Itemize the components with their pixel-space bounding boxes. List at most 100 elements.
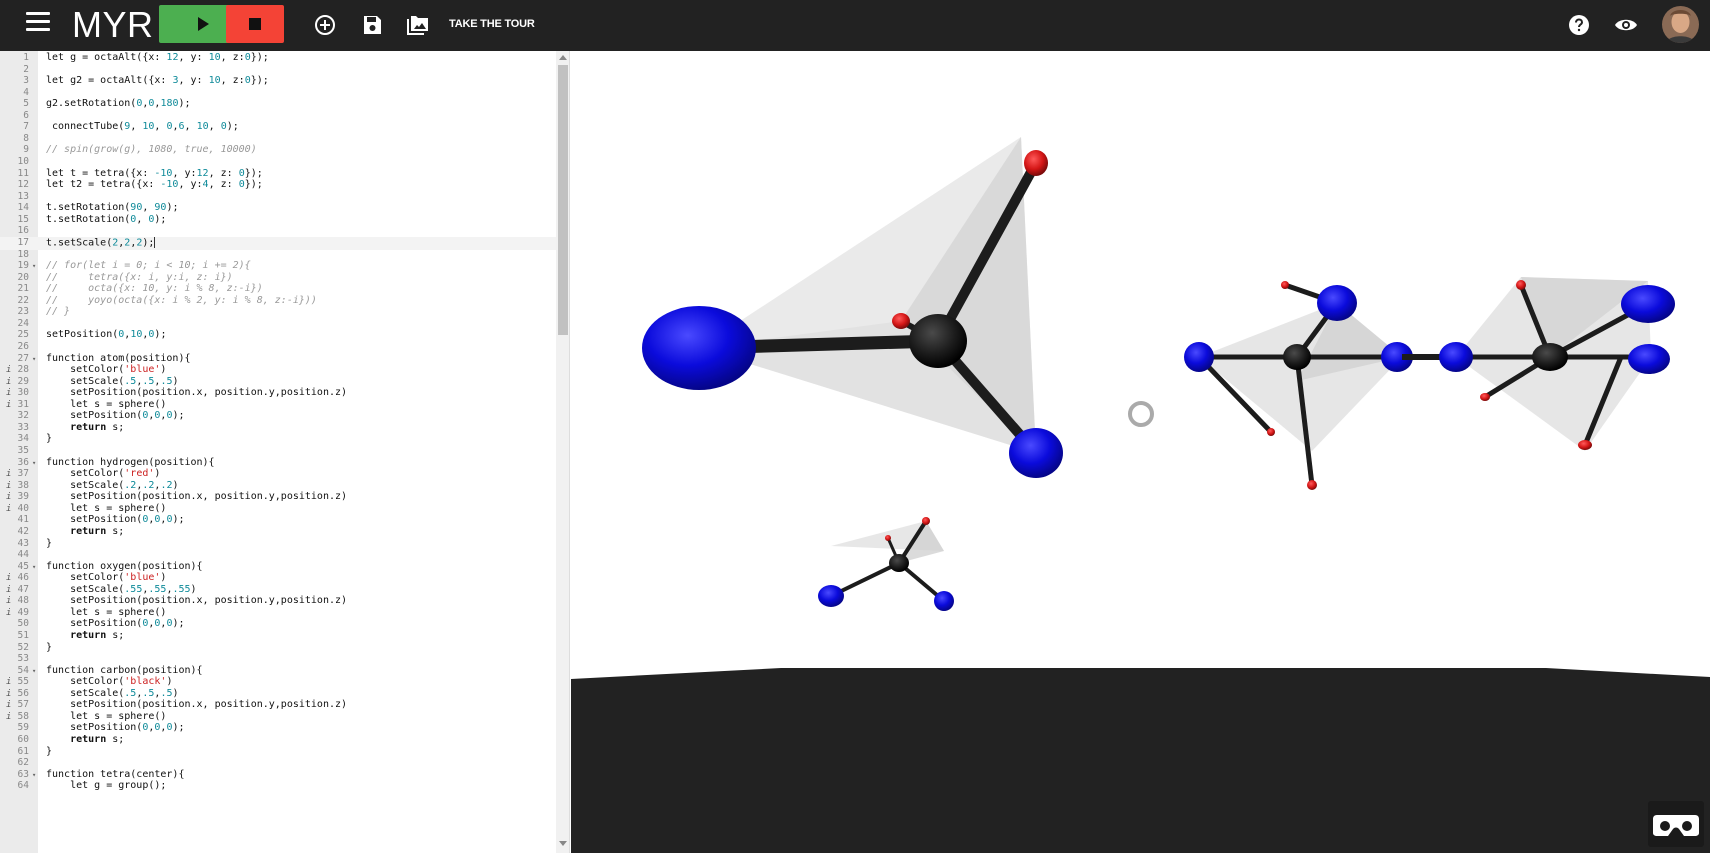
code-token: , y:	[178, 75, 209, 87]
avatar[interactable]	[1662, 6, 1699, 43]
code-token: 10	[130, 329, 143, 341]
code-token: , z:	[220, 52, 245, 63]
code-editor[interactable]: 1 let g = octaAlt({x: 12, y: 10, z:0}); 2 3…	[0, 51, 570, 853]
code-token: 'red'	[124, 468, 155, 480]
scene-viewport[interactable]	[571, 51, 1710, 853]
code-token: g2.setRotation(	[46, 98, 137, 110]
menu-icon[interactable]	[26, 12, 50, 32]
code-token: }	[46, 641, 53, 653]
code-token: let s = sphere()	[46, 502, 167, 514]
app-logo: MYR	[72, 4, 154, 45]
hydrogen-atom	[1307, 480, 1317, 490]
code-line[interactable]: 64 let g = group();	[0, 780, 558, 793]
stop-button[interactable]	[226, 5, 284, 43]
code-token: 10	[208, 75, 221, 87]
play-icon	[198, 17, 209, 31]
code-token: .2	[124, 479, 137, 491]
code-token: ,	[130, 121, 143, 133]
code-token: 10	[196, 121, 209, 133]
octa-molecule-left	[1184, 281, 1413, 490]
hydrogen-atom	[885, 535, 891, 541]
code-token: .55	[172, 583, 191, 595]
small-tetra-molecule	[818, 517, 954, 611]
help-icon[interactable]	[1567, 13, 1591, 37]
vr-mode-button[interactable]	[1648, 801, 1704, 847]
code-token: );	[154, 329, 167, 341]
code-token: .5	[124, 375, 137, 387]
code-token: let s = sphere()	[46, 398, 167, 410]
scroll-down-arrow[interactable]	[559, 841, 567, 846]
code-token: setPosition(position.x, position.y,posit…	[46, 699, 348, 711]
code-token: );	[172, 410, 185, 422]
code-token: connectTube(	[46, 121, 125, 133]
code-token: .55	[148, 583, 167, 595]
code-token: let s = sphere()	[46, 710, 167, 722]
stop-icon	[249, 18, 261, 30]
code-token: return	[70, 525, 107, 537]
code-token: t.setRotation(	[46, 213, 131, 225]
scroll-up-arrow[interactable]	[559, 55, 567, 60]
oxygen-atom	[934, 591, 954, 611]
add-circle-icon[interactable]	[313, 13, 337, 37]
code-token: setScale(	[46, 583, 125, 595]
code-token: t.setRotation(	[46, 202, 131, 214]
hydrogen-atom	[1578, 440, 1592, 450]
code-token: ,	[154, 121, 167, 133]
code-token: function tetra(center){	[46, 768, 185, 780]
save-icon[interactable]	[360, 13, 384, 37]
oxygen-atom	[1439, 342, 1473, 372]
octa-molecule-right	[1439, 277, 1675, 451]
hydrogen-atom	[1516, 280, 1526, 290]
hydrogen-atom	[1480, 393, 1490, 401]
hydrogen-atom	[1024, 150, 1048, 176]
code-token: )	[172, 375, 179, 387]
code-token: );	[172, 514, 185, 526]
code-token: });	[250, 75, 269, 87]
scene-canvas[interactable]	[571, 51, 1710, 853]
code-token: setPosition(	[46, 329, 119, 341]
code-token: setColor(	[46, 676, 125, 688]
code-token: return	[70, 421, 107, 433]
vr-headset-icon	[1653, 815, 1699, 836]
code-token: s;	[106, 734, 125, 746]
code-token: setPosition(position.x, position.y,posit…	[46, 491, 348, 503]
text-cursor	[154, 236, 156, 248]
code-token: function oxygen(position){	[46, 560, 203, 572]
code-token: 'blue'	[124, 364, 161, 376]
line-number: 64	[17, 780, 29, 792]
code-token: 'black'	[124, 676, 167, 688]
code-token: function carbon(position){	[46, 664, 203, 676]
code-token: );	[166, 202, 179, 214]
editor-scrollbar[interactable]	[556, 51, 569, 853]
code-token: );	[154, 213, 167, 225]
code-token: // spin(grow(g), 1080, true, 10000)	[46, 144, 257, 156]
collection-icon[interactable]	[406, 13, 430, 37]
code-token: .55	[124, 583, 143, 595]
code-token: -10	[160, 179, 179, 191]
code-token: .5	[142, 687, 155, 699]
code-token: , z:	[208, 179, 239, 191]
take-the-tour-button[interactable]: TAKE THE TOUR	[449, 18, 535, 30]
scroll-thumb[interactable]	[558, 65, 568, 335]
oxygen-atom	[1317, 285, 1357, 321]
code-token: });	[244, 179, 263, 191]
code-token: , y:	[172, 167, 197, 179]
code-token: , y:	[178, 52, 209, 63]
code-token: , z:	[220, 75, 245, 87]
code-token: )	[160, 364, 167, 376]
code-token: });	[244, 167, 263, 179]
code-token: .5	[142, 375, 155, 387]
eye-icon[interactable]	[1614, 13, 1638, 37]
code-token: }	[46, 433, 53, 445]
code-token: .2	[142, 479, 155, 491]
code-token: });	[250, 52, 269, 63]
large-tetra-molecule	[642, 137, 1063, 478]
code-token: .2	[160, 479, 173, 491]
code-token: return	[70, 630, 107, 641]
code-token: function atom(position){	[46, 352, 191, 364]
code-token: function hydrogen(position){	[46, 456, 215, 468]
code-token: setPosition(position.x, position.y,posit…	[46, 387, 348, 399]
